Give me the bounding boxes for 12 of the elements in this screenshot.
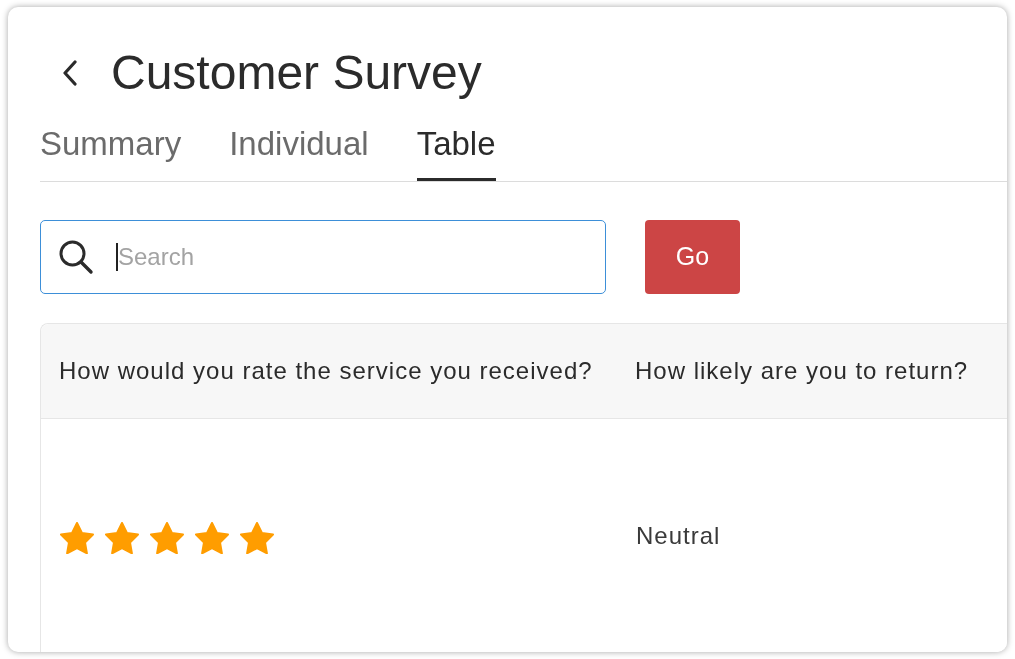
text-cursor-icon [116, 243, 118, 271]
search-field[interactable]: Search [40, 220, 606, 294]
table-cell-text: Neutral [636, 520, 721, 551]
go-button[interactable]: Go [645, 220, 740, 294]
search-icon [58, 239, 94, 275]
chevron-left-icon [62, 60, 78, 86]
tab[interactable]: Summary [40, 125, 182, 181]
column-header: How likely are you to return? [635, 356, 969, 386]
tab[interactable]: Individual [229, 125, 369, 181]
page-title: Customer Survey [111, 47, 482, 99]
tab[interactable]: Table [416, 125, 496, 181]
column-header: How would you rate the service you received? [59, 356, 593, 386]
